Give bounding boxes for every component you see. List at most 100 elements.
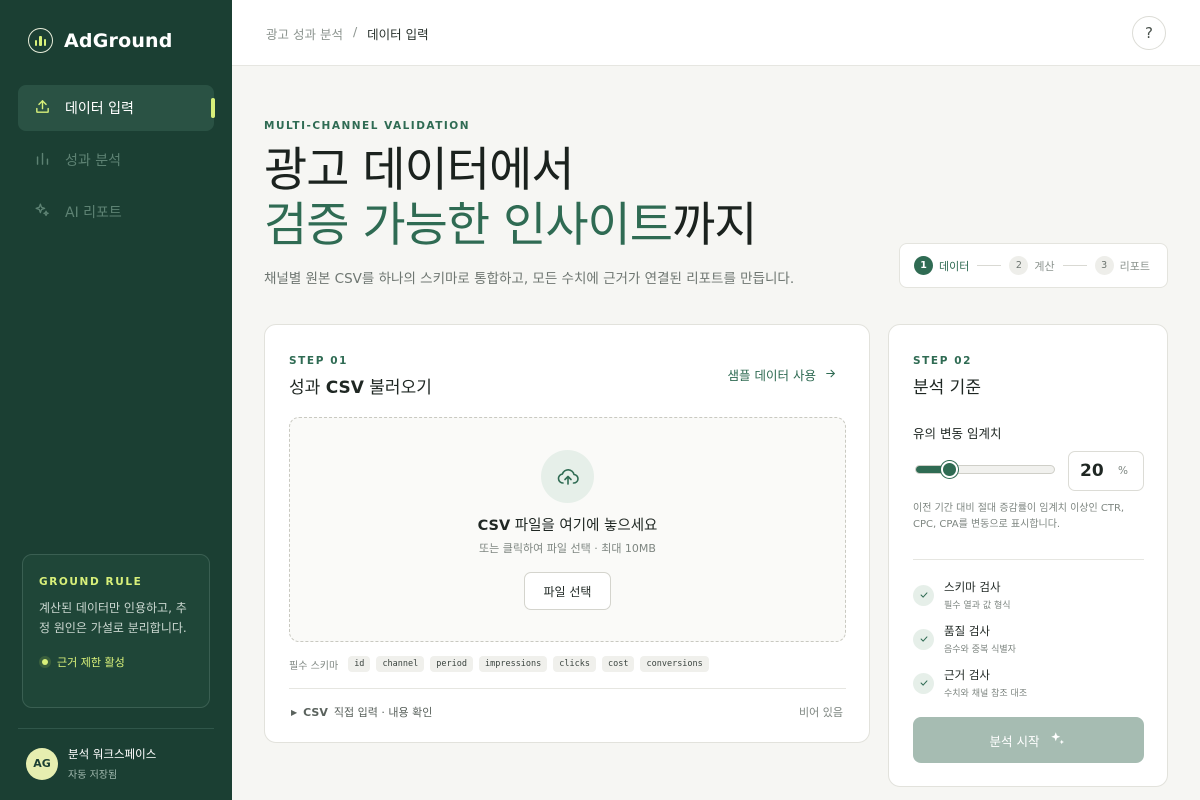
brand[interactable]: AdGround [28, 28, 173, 53]
step-tag: STEP 01 [289, 355, 349, 367]
start-analysis-button[interactable]: 분석 시작 [913, 717, 1144, 763]
card-title: 분석 기준 [913, 378, 981, 398]
ground-rule-title: GROUND RULE [39, 576, 143, 588]
cloud-upload-icon [541, 450, 594, 503]
check-title: 품질 검사 [944, 624, 990, 638]
sparkles-icon [1049, 730, 1067, 751]
brand-name: AdGround [64, 29, 173, 52]
dropzone-subtitle: 또는 클릭하여 파일 선택 · 최대 10MB [479, 542, 656, 555]
workspace-status: 자동 저장됨 [68, 770, 118, 781]
breadcrumb-separator: / [352, 24, 358, 39]
csv-toggle-bold: CSV [303, 705, 328, 719]
schema-chip: channel [376, 656, 425, 672]
card-divider [289, 688, 846, 689]
hero-eyebrow: MULTI-CHANNEL VALIDATION [264, 120, 471, 132]
ground-rule-badge: 근거 제한 활성 [39, 654, 193, 670]
csv-upload-card: STEP 01 성과 CSV 불러오기 샘플 데이터 사용 CSV 파일을 여기… [264, 324, 870, 743]
page-title-suffix: 까지 [672, 198, 757, 253]
dropzone-title-rest: 파일을 여기에 놓으세요 [510, 518, 658, 534]
page-title-highlight: 검증 가능한 인사이트 [264, 198, 673, 253]
card-title: 성과 CSV 불러오기 [289, 373, 432, 398]
threshold-description: 이전 기간 대비 절대 증감률이 임계치 이상인 CTR, CPC, CPA를 … [913, 503, 1125, 530]
stepper-step-data[interactable]: 1 데이터 [914, 256, 969, 275]
check-title: 근거 검사 [944, 668, 990, 682]
help-button[interactable]: ? [1132, 16, 1166, 50]
ground-rule-badge-label: 근거 제한 활성 [57, 656, 125, 669]
sidebar-item-data-input[interactable]: 데이터 입력 [18, 85, 215, 131]
csv-empty-status: 비어 있음 [799, 706, 843, 719]
schema-label: 필수 스키마 [289, 660, 339, 672]
check-title: 스키마 검사 [944, 580, 1001, 594]
threshold-input[interactable]: 20 % [1068, 451, 1144, 491]
slider-handle[interactable] [941, 461, 959, 478]
page-description: 채널별 원본 CSV를 하나의 스키마로 통합하고, 모든 수치에 근거가 연결… [264, 271, 795, 287]
bar-chart-icon [34, 150, 51, 171]
schema-chip: period [430, 656, 473, 672]
threshold-label: 유의 변동 임계치 [913, 426, 1002, 441]
schema-chip: clicks [553, 656, 596, 672]
step-label: 데이터 [939, 259, 970, 273]
schema-chip: conversions [640, 656, 709, 672]
check-icon [913, 628, 934, 650]
stepper-step-calc[interactable]: 2 계산 [1009, 256, 1055, 275]
status-dot-icon [39, 656, 51, 668]
sparkles-icon [34, 202, 51, 223]
sidebar: AdGround 데이터 입력 성과 분석 AI 리포트 GROUND RULE… [0, 0, 232, 800]
check-item-schema: 스키마 검사 필수 열과 값 형식 [913, 579, 1011, 611]
card-divider [913, 559, 1144, 560]
workspace-info[interactable]: AG 분석 워크스페이스 자동 저장됨 [26, 746, 156, 781]
step-label: 리포트 [1119, 259, 1150, 273]
upload-icon [34, 98, 51, 119]
topbar: 광고 성과 분석 / 데이터 입력 ? [232, 0, 1200, 66]
required-schema: 필수 스키마 id channel period impressions cli… [289, 656, 709, 672]
threshold-unit: % [1118, 465, 1128, 477]
sidebar-nav: 데이터 입력 성과 분석 AI 리포트 [18, 85, 215, 241]
sidebar-item-performance[interactable]: 성과 분석 [18, 137, 214, 183]
sidebar-item-label: 성과 분석 [65, 153, 121, 169]
choose-file-button[interactable]: 파일 선택 [524, 572, 611, 610]
help-icon: ? [1145, 24, 1153, 42]
schema-chip: impressions [478, 656, 548, 672]
start-analysis-label: 분석 시작 [989, 733, 1040, 749]
page-title-line1: 광고 데이터에서 [264, 143, 575, 198]
dropzone-title-bold: CSV [477, 518, 511, 534]
check-icon [913, 584, 934, 606]
caret-right-icon: ▶ [291, 707, 298, 717]
file-dropzone[interactable]: CSV 파일을 여기에 놓으세요 또는 클릭하여 파일 선택 · 최대 10MB… [289, 417, 846, 642]
sample-data-label: 샘플 데이터 사용 [727, 368, 816, 383]
csv-direct-input-toggle[interactable]: ▶ CSV 직접 입력 · 내용 확인 [291, 704, 432, 720]
step-number: 2 [1009, 256, 1029, 275]
breadcrumb-parent[interactable]: 광고 성과 분석 [266, 24, 343, 43]
step-number: 1 [914, 256, 933, 275]
analysis-criteria-card: STEP 02 분석 기준 유의 변동 임계치 20 % 이전 기간 대비 절대… [888, 324, 1168, 787]
check-icon [913, 672, 934, 694]
sample-data-link[interactable]: 샘플 데이터 사용 [728, 365, 837, 384]
check-item-quality: 품질 검사 음수와 중복 식별자 [913, 623, 1016, 655]
progress-stepper: 1 데이터 2 계산 3 리포트 [899, 243, 1168, 288]
breadcrumb-current: 데이터 입력 [367, 27, 429, 42]
dropzone-title: CSV 파일을 여기에 놓으세요 [290, 514, 845, 535]
card-title-post: 불러오기 [363, 378, 432, 398]
card-title-pre: 성과 [289, 378, 326, 398]
threshold-slider[interactable] [915, 461, 1055, 478]
ground-rule-card: GROUND RULE 계산된 데이터만 인용하고, 추정 원인은 가설로 분리… [22, 554, 210, 708]
breadcrumb: 광고 성과 분석 / 데이터 입력 [266, 24, 429, 43]
logo-icon [28, 28, 53, 53]
stepper-connector [1062, 265, 1087, 266]
schema-chip: id [348, 656, 371, 672]
check-subtitle: 수치와 채널 참조 대조 [944, 689, 1028, 699]
threshold-value: 20 [1080, 461, 1104, 481]
arrow-right-icon [824, 367, 837, 383]
workspace-name: 분석 워크스페이스 [68, 747, 157, 761]
ground-rule-text: 계산된 데이터만 인용하고, 추정 원인은 가설로 분리합니다. [39, 601, 187, 635]
step-tag: STEP 02 [913, 355, 973, 367]
check-subtitle: 음수와 중복 식별자 [944, 645, 1016, 655]
avatar: AG [26, 747, 58, 780]
step-label: 계산 [1034, 259, 1055, 273]
stepper-step-report[interactable]: 3 리포트 [1094, 256, 1150, 275]
schema-chip: cost [602, 656, 635, 672]
sidebar-item-ai-report[interactable]: AI 리포트 [18, 189, 214, 235]
sidebar-divider [18, 728, 214, 729]
check-item-evidence: 근거 검사 수치와 채널 참조 대조 [913, 667, 1027, 699]
page-title: 광고 데이터에서 검증 가능한 인사이트까지 [264, 143, 758, 253]
